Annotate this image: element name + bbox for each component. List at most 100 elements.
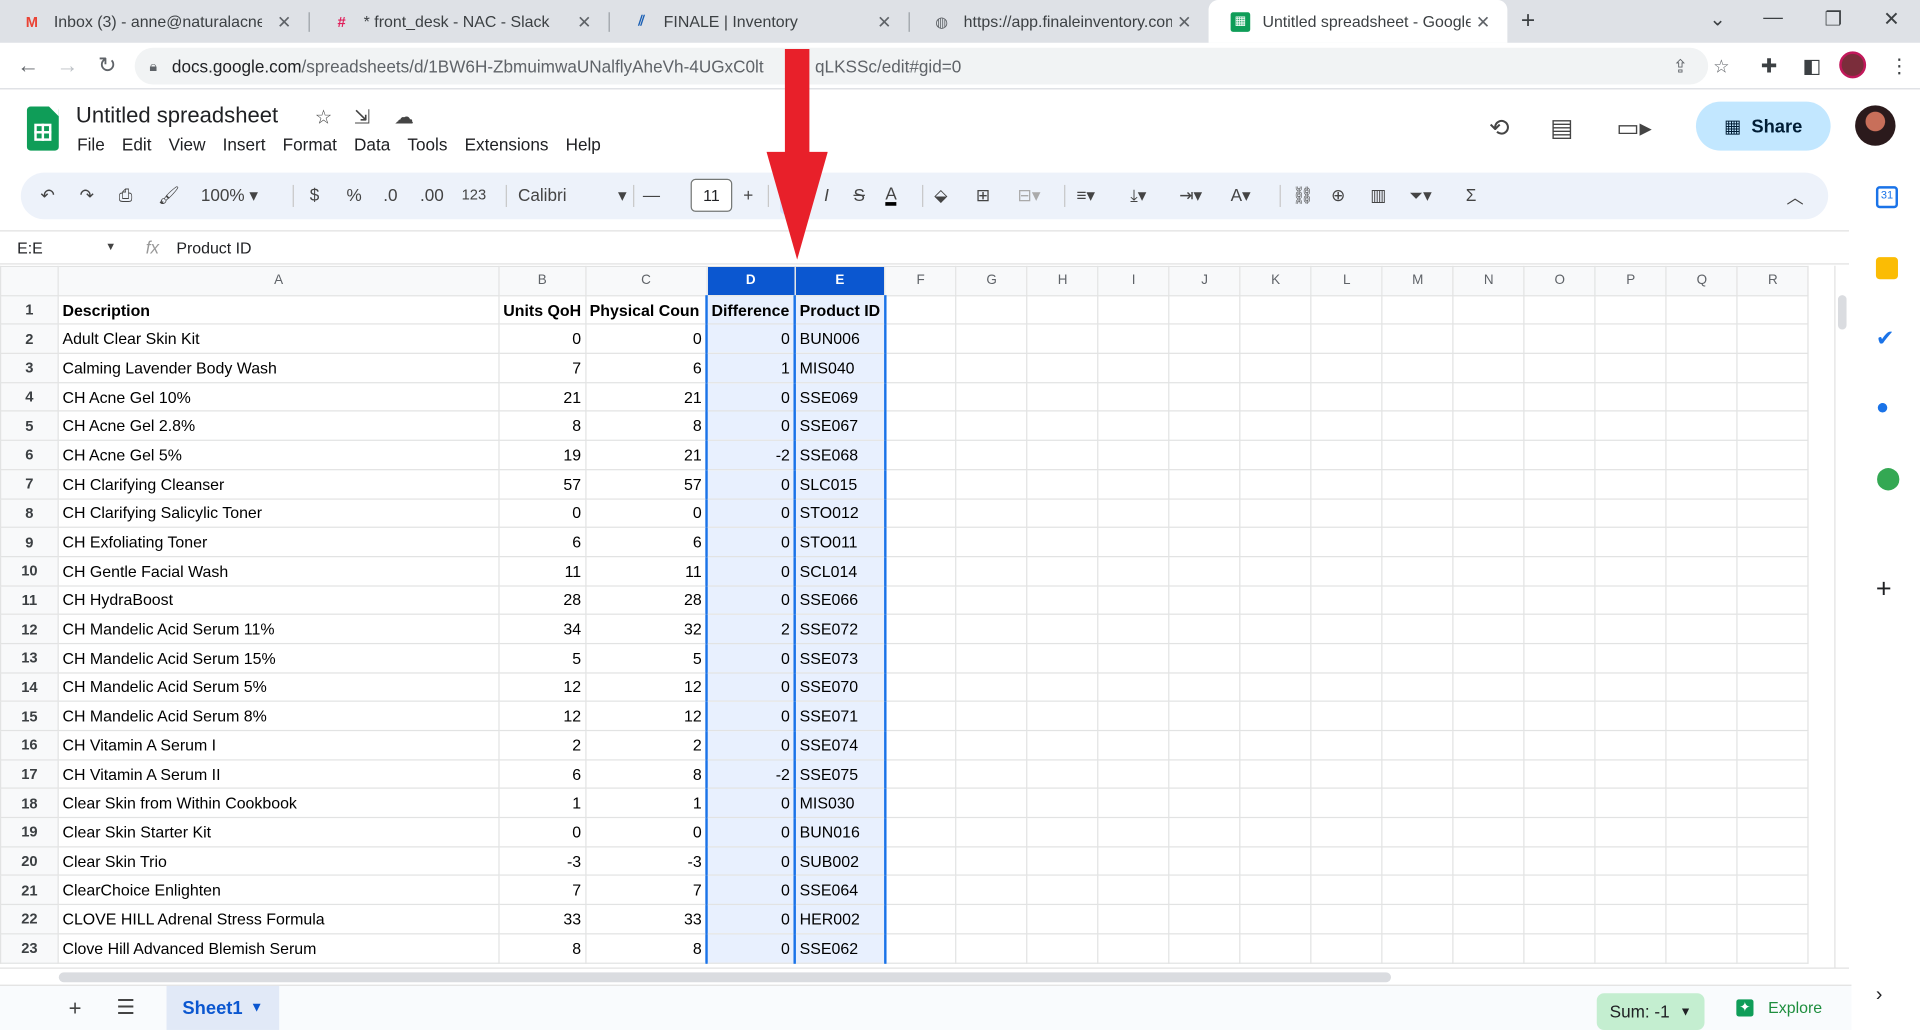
cell-m4[interactable]	[1381, 381, 1454, 413]
cell-i12[interactable]	[1097, 613, 1170, 645]
column-header-c[interactable]: C	[584, 265, 708, 296]
cell-n18[interactable]	[1452, 787, 1525, 819]
cell-o22[interactable]	[1523, 903, 1596, 935]
cell-o8[interactable]	[1523, 497, 1596, 529]
cell-k17[interactable]	[1239, 758, 1312, 790]
cell-l10[interactable]	[1310, 555, 1383, 587]
cell-m21[interactable]	[1381, 874, 1454, 906]
cell-c17[interactable]: 8	[584, 758, 708, 790]
cell-g3[interactable]	[955, 352, 1028, 384]
cell-h22[interactable]	[1026, 903, 1099, 935]
cell-d19[interactable]: 0	[705, 816, 796, 848]
cell-h10[interactable]	[1026, 555, 1099, 587]
cell-q14[interactable]	[1665, 671, 1738, 703]
cell-l17[interactable]	[1310, 758, 1383, 790]
cell-d12[interactable]: 2	[705, 613, 796, 645]
cell-l7[interactable]	[1310, 468, 1383, 500]
row-header[interactable]: 14	[0, 671, 59, 703]
cell-n15[interactable]	[1452, 700, 1525, 732]
cell-o13[interactable]	[1523, 642, 1596, 674]
cell-q13[interactable]	[1665, 642, 1738, 674]
cell-m1[interactable]	[1381, 294, 1454, 325]
cell-n6[interactable]	[1452, 439, 1525, 471]
cell-a2[interactable]: Adult Clear Skin Kit	[57, 323, 500, 355]
cell-m19[interactable]	[1381, 816, 1454, 848]
cell-a12[interactable]: CH Mandelic Acid Serum 11%	[57, 613, 500, 645]
cell-i2[interactable]	[1097, 323, 1170, 355]
cell-k5[interactable]	[1239, 410, 1312, 442]
cell-f7[interactable]	[884, 468, 957, 500]
cell-g11[interactable]	[955, 584, 1028, 616]
cell-c19[interactable]: 0	[584, 816, 708, 848]
cell-i14[interactable]	[1097, 671, 1170, 703]
cell-p21[interactable]	[1594, 874, 1667, 906]
column-header-l[interactable]: L	[1310, 265, 1383, 296]
cell-c7[interactable]: 57	[584, 468, 708, 500]
cell-j18[interactable]	[1168, 787, 1241, 819]
cell-h3[interactable]	[1026, 352, 1099, 384]
cell-o10[interactable]	[1523, 555, 1596, 587]
cell-k18[interactable]	[1239, 787, 1312, 819]
cell-q5[interactable]	[1665, 410, 1738, 442]
currency-format-button[interactable]: $	[310, 185, 320, 205]
cell-n14[interactable]	[1452, 671, 1525, 703]
cell-e20[interactable]: SUB002	[793, 845, 887, 877]
font-size-input[interactable]: 11	[690, 178, 733, 212]
cell-e16[interactable]: SSE074	[793, 729, 887, 761]
text-wrapping-icon[interactable]: ⇥▾	[1179, 185, 1202, 206]
cell-q6[interactable]	[1665, 439, 1738, 471]
cell-f16[interactable]	[884, 729, 957, 761]
cell-i8[interactable]	[1097, 497, 1170, 529]
cell-b7[interactable]: 57	[498, 468, 586, 500]
cell-q19[interactable]	[1665, 816, 1738, 848]
percent-format-button[interactable]: %	[347, 185, 362, 205]
decrease-decimal-button[interactable]: .0	[383, 185, 397, 205]
cell-l13[interactable]	[1310, 642, 1383, 674]
row-header[interactable]: 22	[0, 903, 59, 935]
cell-i11[interactable]	[1097, 584, 1170, 616]
cell-r23[interactable]	[1736, 932, 1809, 964]
cell-l8[interactable]	[1310, 497, 1383, 529]
cell-p7[interactable]	[1594, 468, 1667, 500]
browser-tab-slack[interactable]: # * front_desk - NAC - Slack ✕	[310, 0, 609, 43]
cell-q4[interactable]	[1665, 381, 1738, 413]
cell-j23[interactable]	[1168, 932, 1241, 964]
cell-f21[interactable]	[884, 874, 957, 906]
cell-g19[interactable]	[955, 816, 1028, 848]
cell-a19[interactable]: Clear Skin Starter Kit	[57, 816, 500, 848]
cell-q8[interactable]	[1665, 497, 1738, 529]
cell-q12[interactable]	[1665, 613, 1738, 645]
cell-r12[interactable]	[1736, 613, 1809, 645]
insert-link-icon[interactable]: ⛓︎	[1292, 185, 1314, 206]
cell-i20[interactable]	[1097, 845, 1170, 877]
cell-e2[interactable]: BUN006	[793, 323, 887, 355]
cell-i15[interactable]	[1097, 700, 1170, 732]
cell-e23[interactable]: SSE062	[793, 932, 887, 964]
cell-q1[interactable]	[1665, 294, 1738, 325]
cell-l11[interactable]	[1310, 584, 1383, 616]
cell-p14[interactable]	[1594, 671, 1667, 703]
cell-a7[interactable]: CH Clarifying Cleanser	[57, 468, 500, 500]
borders-icon[interactable]: ⊞	[976, 185, 990, 206]
cell-l6[interactable]	[1310, 439, 1383, 471]
font-select[interactable]: Calibri ▾	[518, 185, 627, 206]
name-box[interactable]: E:E	[17, 239, 43, 257]
cell-q3[interactable]	[1665, 352, 1738, 384]
cell-m17[interactable]	[1381, 758, 1454, 790]
vertical-scrollbar[interactable]	[1834, 265, 1849, 968]
row-header[interactable]: 2	[0, 323, 59, 355]
cell-l16[interactable]	[1310, 729, 1383, 761]
cell-n12[interactable]	[1452, 613, 1525, 645]
cell-a15[interactable]: CH Mandelic Acid Serum 8%	[57, 700, 500, 732]
cell-b19[interactable]: 0	[498, 816, 586, 848]
cell-c14[interactable]: 12	[584, 671, 708, 703]
cell-d5[interactable]: 0	[705, 410, 796, 442]
cell-q21[interactable]	[1665, 874, 1738, 906]
cell-e8[interactable]: STO012	[793, 497, 887, 529]
cell-j13[interactable]	[1168, 642, 1241, 674]
cell-c12[interactable]: 32	[584, 613, 708, 645]
cell-e22[interactable]: HER002	[793, 903, 887, 935]
cell-g10[interactable]	[955, 555, 1028, 587]
cell-n9[interactable]	[1452, 526, 1525, 558]
cell-g21[interactable]	[955, 874, 1028, 906]
